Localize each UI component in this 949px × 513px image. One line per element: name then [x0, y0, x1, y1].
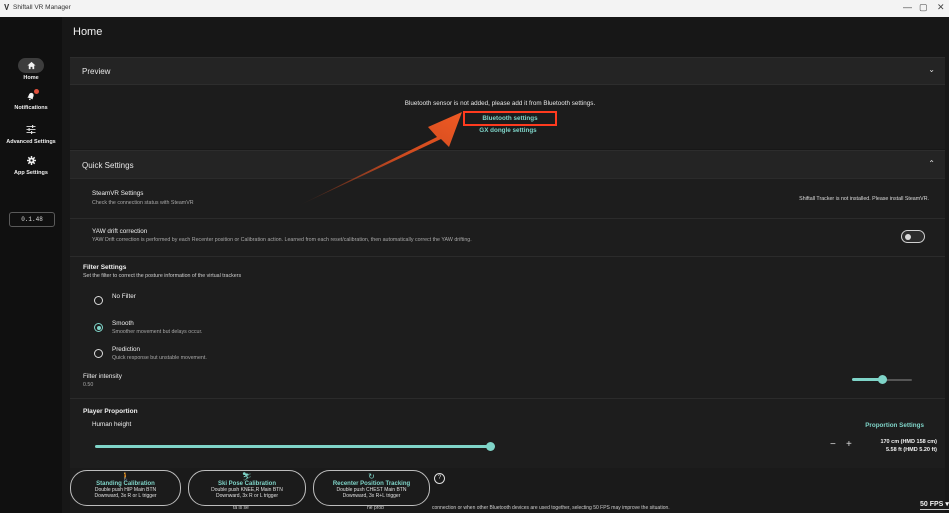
yaw-desc: YAW Drift correction is performed by eac…: [92, 237, 472, 243]
window-titlebar: 𝐕 Shiftall VR Manager — ▢ ✕: [0, 0, 949, 17]
yaw-row: YAW drift correction YAW Drift correctio…: [70, 218, 945, 257]
sidebar-item-label: Advanced Settings: [6, 139, 56, 145]
filter-intensity-value: 0.50: [83, 382, 94, 388]
radio-prediction[interactable]: [94, 349, 103, 358]
steamvr-desc: Check the connection status with SteamVR: [92, 200, 194, 206]
bluetooth-settings-link[interactable]: Bluetooth settings: [463, 111, 557, 126]
window-title: Shiftall VR Manager: [13, 4, 71, 11]
bluetooth-warning: Bluetooth sensor is not added, please ad…: [404, 100, 596, 107]
filter-intensity-label: Filter intensity: [83, 373, 122, 380]
proportion-settings-link[interactable]: Proportion Settings: [865, 422, 924, 429]
calibration-line: Downward, 3x R or L trigger: [215, 493, 279, 499]
chevron-up-icon: ⌃: [928, 159, 935, 168]
fps-select[interactable]: 50 FPS ▾: [920, 500, 949, 510]
calibration-line: Downward, 3x R or L trigger: [94, 493, 157, 499]
filter-section: Filter Settings Set the filter to correc…: [70, 256, 945, 399]
ski-pose-calibration-button[interactable]: ⛷ Ski Pose Calibration Double push KNEE,…: [188, 470, 306, 506]
radio-desc: Quick response but unstable movement.: [112, 355, 207, 361]
ski-icon: ⛷: [241, 472, 253, 481]
radio-label: No Filter: [112, 293, 136, 300]
sidebar-item-app-settings[interactable]: App Settings: [0, 153, 62, 176]
height-slider-fill: [95, 445, 490, 448]
home-icon: [26, 61, 36, 70]
filter-intensity-thumb[interactable]: [878, 375, 887, 384]
human-height-label: Human height: [92, 421, 132, 428]
sidebar-item-advanced-settings[interactable]: Advanced Settings: [0, 122, 62, 145]
gx-dongle-settings-link[interactable]: GX dongle settings: [463, 127, 553, 134]
chevron-down-icon: ⌄: [928, 65, 935, 74]
steamvr-row: SteamVR Settings Check the connection st…: [70, 178, 945, 219]
radio-label: Prediction: [112, 346, 141, 353]
quick-settings-title: Quick Settings: [82, 161, 134, 170]
sliders-pill: [18, 122, 44, 137]
sliders-icon: [26, 125, 36, 134]
height-ft: 5.58 ft (HMD 5.20 ft): [885, 447, 937, 453]
radio-no-filter[interactable]: [94, 296, 103, 305]
radio-smooth[interactable]: [94, 323, 103, 332]
sidebar-item-label: Home: [23, 75, 39, 81]
recenter-position-tracking-button[interactable]: ↻ Recenter Position Tracking Double push…: [313, 470, 430, 506]
recenter-icon: ↻: [368, 472, 375, 481]
preview-header[interactable]: Preview ⌄: [70, 57, 945, 85]
sidebar-item-label: Notifications: [14, 105, 48, 111]
bell-pill: [18, 88, 44, 103]
notification-badge: [34, 89, 39, 94]
fps-note: connection or when other Bluetooth devic…: [432, 505, 670, 511]
radio-desc: Smoother movement but delays occur.: [112, 329, 203, 335]
preview-title: Preview: [82, 67, 111, 76]
app-logo-icon: 𝐕: [4, 3, 10, 12]
height-slider-thumb[interactable]: [486, 442, 495, 451]
yaw-title: YAW drift correction: [92, 228, 148, 235]
page-title: Home: [73, 26, 103, 38]
steamvr-status: Shiftall Tracker is not installed. Pleas…: [799, 196, 929, 202]
toggle-knob: [905, 233, 911, 240]
calibration-line: Downward, 3x R+L trigger: [342, 493, 401, 499]
person-icon: 🚶: [120, 472, 131, 481]
sidebar-item-home[interactable]: Home: [0, 58, 62, 81]
gear-pill: [18, 153, 44, 168]
maximize-button[interactable]: ▢: [919, 2, 928, 13]
sidebar: Home Notifications Advanced Settings App…: [0, 17, 62, 513]
help-icon[interactable]: ?: [434, 473, 445, 484]
filter-desc: Set the filter to correct the posture in…: [83, 273, 242, 279]
sidebar-item-label: App Settings: [14, 170, 48, 176]
yaw-toggle[interactable]: [901, 230, 925, 243]
gear-icon: [26, 156, 36, 165]
height-decrease-button[interactable]: −: [830, 439, 836, 450]
height-cm: 170 cm (HMD 158 cm): [880, 439, 937, 445]
minimize-button[interactable]: —: [903, 2, 912, 12]
quick-settings-header[interactable]: Quick Settings ⌃: [70, 150, 945, 178]
preview-body: Bluetooth sensor is not added, please ad…: [70, 84, 945, 149]
height-increase-button[interactable]: +: [846, 439, 852, 450]
radio-label: Smooth: [112, 320, 134, 327]
filter-title: Filter Settings: [83, 264, 127, 271]
sidebar-item-notifications[interactable]: Notifications: [0, 88, 62, 111]
version-badge: 0.1.48: [9, 212, 55, 227]
caret-down-icon: ▾: [945, 501, 949, 508]
home-pill: [18, 58, 44, 73]
steamvr-title: SteamVR Settings: [92, 190, 144, 197]
fps-value: 50 FPS: [920, 501, 944, 508]
proportion-title: Player Proportion: [83, 408, 138, 415]
standing-calibration-button[interactable]: 🚶 Standing Calibration Double push HIP M…: [70, 470, 181, 506]
proportion-section: Player Proportion Human height Proportio…: [70, 398, 945, 469]
close-button[interactable]: ✕: [937, 2, 945, 13]
